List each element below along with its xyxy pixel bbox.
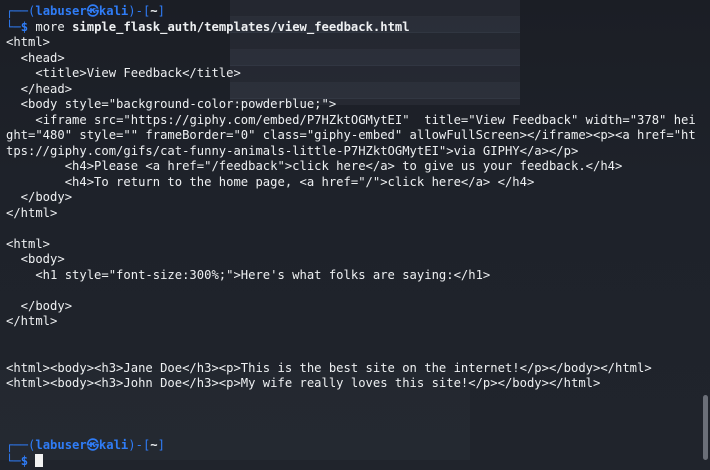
output-line: <h4>Please <a href="/feedback">click her… xyxy=(6,159,623,173)
output-line: <body> xyxy=(6,252,65,266)
command-argument: simple_flask_auth/templates/view_feedbac… xyxy=(72,19,410,34)
command-name: more xyxy=(35,19,65,34)
output-line: <html> xyxy=(6,236,51,251)
prompt-symbol-2: $ xyxy=(20,453,29,468)
output-line: <html><body><h3>John Doe</h3><p>My wife … xyxy=(6,376,601,390)
prompt-directory-2: ~ xyxy=(150,438,158,452)
text-cursor xyxy=(35,453,44,467)
prompt-user-host-2: labuser㉿kali xyxy=(35,438,129,452)
prompt-symbol: $ xyxy=(20,19,29,34)
output-line: <body style="background-color:powderblue… xyxy=(6,97,337,111)
output-line: <html><body><h3>Jane Doe</h3><p>This is … xyxy=(6,360,652,375)
output-line: <head> xyxy=(6,50,65,65)
terminal-window[interactable]: ┌──(labuser㉿kali)-[~] └─$ more simple_fl… xyxy=(0,0,710,470)
output-line: </html> xyxy=(6,205,58,220)
prompt-line-1: ┌──(labuser㉿kali)-[~] xyxy=(6,4,165,18)
prompt-directory: ~ xyxy=(150,4,158,18)
output-line: </body> xyxy=(6,298,73,313)
output-line: <title>View Feedback</title> xyxy=(6,66,241,80)
output-line: <html> xyxy=(6,35,51,49)
prompt-line-2: ┌──(labuser㉿kali)-[~] xyxy=(6,438,165,452)
output-line: <h4>To return to the home page, <a href=… xyxy=(6,174,535,189)
prompt-user-host: labuser㉿kali xyxy=(35,4,129,18)
output-line: <h1 style="font-size:300%;">Here's what … xyxy=(6,267,491,282)
output-line: </head> xyxy=(6,81,73,96)
scrollbar[interactable] xyxy=(702,0,708,470)
scrollbar-thumb[interactable] xyxy=(703,395,708,460)
command-output: <html> <head> <title>View Feedback</titl… xyxy=(6,35,696,438)
command-line-2[interactable]: └─$ xyxy=(6,453,696,470)
output-line: </body> xyxy=(6,190,73,204)
terminal-content: ┌──(labuser㉿kali)-[~] └─$ more simple_fl… xyxy=(6,4,696,469)
output-line: <iframe src="https://giphy.com/embed/P7H… xyxy=(6,112,696,158)
output-line: </html> xyxy=(6,314,58,328)
command-line-1: └─$ more simple_flask_auth/templates/vie… xyxy=(6,19,410,34)
